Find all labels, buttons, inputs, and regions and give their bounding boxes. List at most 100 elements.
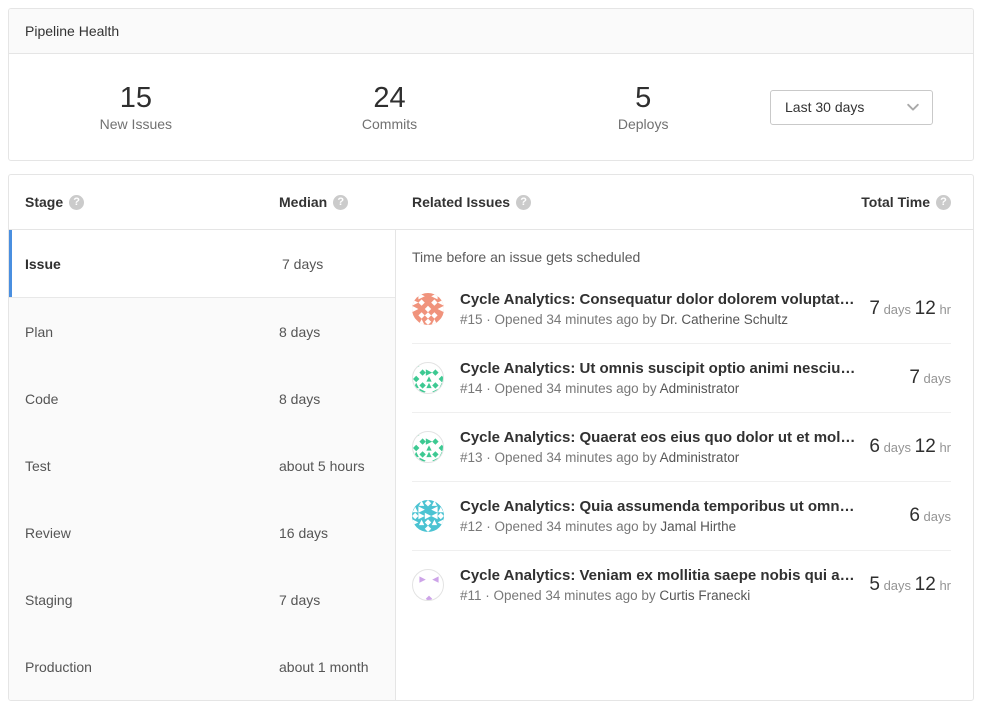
stage-row-review[interactable]: Review 16 days: [9, 499, 395, 566]
issue-main: Cycle Analytics: Consequatur dolor dolor…: [460, 291, 857, 327]
stage-row-code[interactable]: Code 8 days: [9, 365, 395, 432]
time-unit: days: [884, 578, 911, 593]
issue-row: Cycle Analytics: Quia assumenda temporib…: [412, 481, 951, 550]
time-unit: days: [884, 302, 911, 317]
stage-list-rest: Plan 8 days Code 8 days Test about 5 hou…: [9, 297, 395, 700]
chevron-down-icon: [906, 100, 920, 114]
time-value: 12: [915, 436, 936, 457]
issue-author-link[interactable]: Jamal Hirthe: [660, 519, 736, 534]
issue-opened-text: · Opened 34 minutes ago by: [486, 450, 656, 465]
stage-median: 7 days: [282, 256, 323, 272]
median-header-label: Median: [279, 194, 327, 210]
stat-new-issues-value: 15: [9, 82, 263, 115]
help-icon[interactable]: ?: [333, 195, 348, 210]
issue-author-link[interactable]: Curtis Franecki: [659, 588, 750, 603]
issue-meta: #14 · Opened 34 minutes ago by Administr…: [460, 381, 897, 396]
time-value: 12: [915, 574, 936, 595]
time-value: 6: [909, 505, 920, 526]
stat-commits-label: Commits: [263, 116, 517, 132]
time-unit: days: [924, 371, 951, 386]
time-unit: hr: [939, 440, 951, 455]
card-title: Pipeline Health: [9, 9, 973, 54]
issue-iid: #15: [460, 312, 483, 327]
issue-total-time: 7 days: [909, 367, 951, 389]
stage-row-production[interactable]: Production about 1 month: [9, 633, 395, 700]
stage-name: Staging: [9, 592, 279, 608]
issue-avatar[interactable]: [412, 431, 444, 463]
help-icon[interactable]: ?: [936, 195, 951, 210]
issue-avatar[interactable]: [412, 293, 444, 325]
issue-total-time: 7 days 12 hr: [869, 298, 951, 320]
issue-meta: #12 · Opened 34 minutes ago by Jamal Hir…: [460, 519, 897, 534]
issue-total-time: 5 days 12 hr: [869, 574, 951, 596]
issue-meta: #15 · Opened 34 minutes ago by Dr. Cathe…: [460, 312, 857, 327]
time-value: 12: [915, 298, 936, 319]
time-value: 7: [909, 367, 920, 388]
issue-opened-text: · Opened 34 minutes ago by: [486, 312, 656, 327]
stage-name: Issue: [12, 256, 282, 272]
stage-name: Plan: [9, 324, 279, 340]
stage-header-label: Stage: [25, 194, 63, 210]
issue-title-link[interactable]: Cycle Analytics: Quaerat eos eius quo do…: [460, 429, 857, 446]
stat-commits: 24 Commits: [263, 82, 517, 132]
issue-author-link[interactable]: Administrator: [660, 450, 740, 465]
issue-title-link[interactable]: Cycle Analytics: Veniam ex mollitia saep…: [460, 567, 857, 584]
stat-deploys-label: Deploys: [516, 116, 770, 132]
stage-row-issue[interactable]: Issue 7 days: [9, 230, 395, 297]
issue-opened-text: · Opened 34 minutes ago by: [486, 519, 656, 534]
time-unit: hr: [939, 302, 951, 317]
issue-total-time: 6 days: [909, 505, 951, 527]
related-issues-header-label: Related Issues: [412, 194, 510, 210]
stage-panel: Issue 7 days Plan 8 days Code 8 days Tes…: [9, 230, 396, 700]
issue-author-link[interactable]: Dr. Catherine Schultz: [660, 312, 788, 327]
issue-author-link[interactable]: Administrator: [660, 381, 740, 396]
stage-row-staging[interactable]: Staging 7 days: [9, 566, 395, 633]
issue-opened-text: · Opened 34 minutes ago by: [486, 381, 656, 396]
time-unit: days: [884, 440, 911, 455]
stage-row-plan[interactable]: Plan 8 days: [9, 298, 395, 365]
help-icon[interactable]: ?: [69, 195, 84, 210]
stage-name: Production: [9, 659, 279, 675]
issue-avatar[interactable]: [412, 500, 444, 532]
stage-description: Time before an issue gets scheduled: [412, 230, 951, 275]
stat-deploys-value: 5: [516, 82, 770, 115]
stage-median: 7 days: [279, 592, 320, 608]
stage-median: 16 days: [279, 525, 328, 541]
stat-commits-value: 24: [263, 82, 517, 115]
stage-median: about 5 hours: [279, 458, 365, 474]
issue-opened-text: · Opened 34 minutes ago by: [485, 588, 655, 603]
issue-avatar[interactable]: [412, 362, 444, 394]
issue-avatar[interactable]: [412, 569, 444, 601]
stage-row-test[interactable]: Test about 5 hours: [9, 432, 395, 499]
issue-title-link[interactable]: Cycle Analytics: Consequatur dolor dolor…: [460, 291, 857, 308]
issue-total-time: 6 days 12 hr: [869, 436, 951, 458]
issue-title-link[interactable]: Cycle Analytics: Quia assumenda temporib…: [460, 498, 897, 515]
date-range-dropdown[interactable]: Last 30 days: [770, 90, 933, 125]
stage-name: Test: [9, 458, 279, 474]
stage-median: about 1 month: [279, 659, 369, 675]
issue-iid: #12: [460, 519, 483, 534]
issue-row: Cycle Analytics: Ut omnis suscipit optio…: [412, 343, 951, 412]
stage-median: 8 days: [279, 391, 320, 407]
column-header-stage: Stage ?: [9, 194, 279, 210]
time-value: 6: [869, 436, 880, 457]
total-time-header-label: Total Time: [861, 194, 930, 210]
issue-title-link[interactable]: Cycle Analytics: Ut omnis suscipit optio…: [460, 360, 897, 377]
issue-main: Cycle Analytics: Veniam ex mollitia saep…: [460, 567, 857, 603]
stage-name: Code: [9, 391, 279, 407]
stage-median: 8 days: [279, 324, 320, 340]
table-header-row: Stage ? Median ? Related Issues ? Total …: [9, 175, 973, 230]
table-body: Issue 7 days Plan 8 days Code 8 days Tes…: [9, 230, 973, 700]
time-value: 5: [869, 574, 880, 595]
time-unit: days: [924, 509, 951, 524]
issue-iid: #11: [460, 588, 482, 603]
issue-row: Cycle Analytics: Quaerat eos eius quo do…: [412, 412, 951, 481]
issue-row: Cycle Analytics: Veniam ex mollitia saep…: [412, 550, 951, 619]
column-header-total-time: Total Time ?: [861, 194, 973, 210]
issue-main: Cycle Analytics: Quaerat eos eius quo do…: [460, 429, 857, 465]
issue-main: Cycle Analytics: Ut omnis suscipit optio…: [460, 360, 897, 396]
stage-name: Review: [9, 525, 279, 541]
help-icon[interactable]: ?: [516, 195, 531, 210]
date-range-value: Last 30 days: [785, 99, 864, 115]
pipeline-health-page: Pipeline Health 15 New Issues 24 Commits…: [0, 0, 982, 709]
